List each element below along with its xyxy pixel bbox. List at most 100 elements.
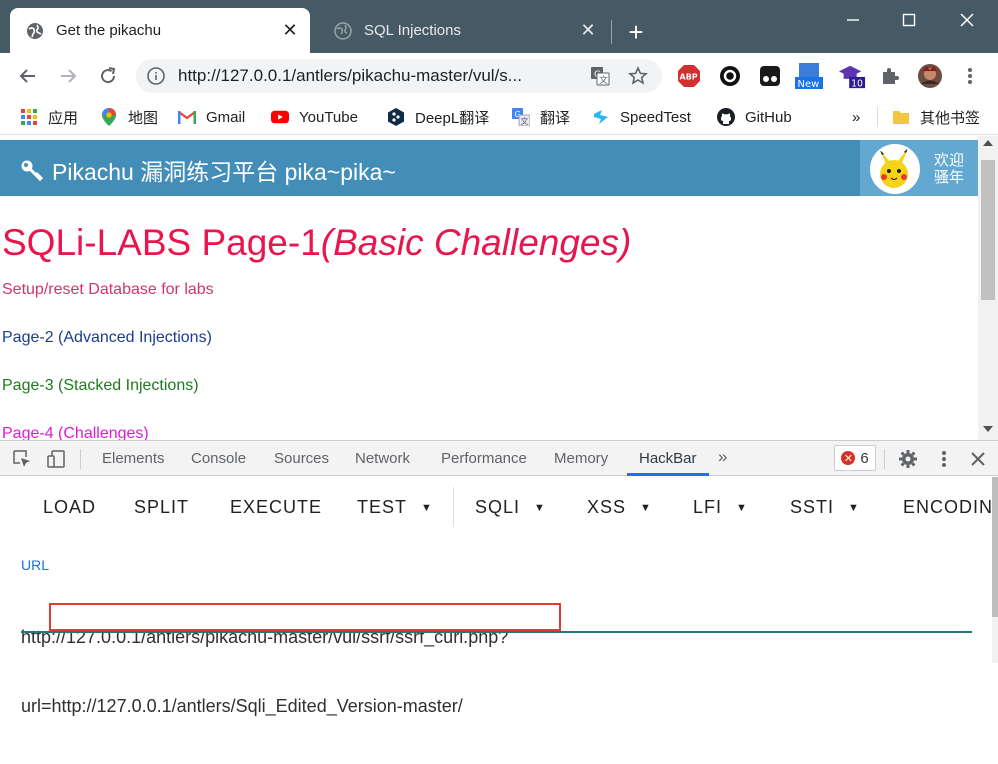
svg-text:10: 10 [851, 78, 863, 89]
translate-page-icon[interactable]: G文 [588, 64, 612, 88]
bookmark-gmail[interactable]: Gmail [178, 107, 245, 127]
youtube-icon [271, 108, 289, 126]
devtools-close-icon[interactable] [966, 447, 990, 471]
bookmark-apps[interactable]: 应用 [20, 107, 78, 127]
tab-sql-injections[interactable]: SQL Injections ✕ [318, 8, 608, 53]
bookmark-label: 翻译 [540, 109, 571, 127]
hackbar-sqli-dropdown[interactable]: SQLI ▼ [475, 497, 546, 518]
reload-icon[interactable] [94, 62, 122, 90]
tab-title: Get the pikachu [56, 22, 162, 39]
minimize-icon[interactable] [830, 6, 876, 34]
devtools-tab-hackbar[interactable]: HackBar [639, 450, 697, 467]
tab-get-the-pikachu[interactable]: Get the pikachu ✕ [10, 8, 310, 53]
window-close-icon[interactable] [944, 6, 990, 34]
scroll-up-arrow-icon[interactable] [983, 140, 993, 146]
svg-text:New: New [798, 79, 820, 90]
hackbar-split-button[interactable]: SPLIT [134, 497, 189, 518]
record-extension-icon[interactable] [716, 62, 744, 90]
info-icon[interactable] [146, 66, 166, 86]
devtools-menu-icon[interactable] [932, 447, 956, 471]
bookmark-label: 应用 [48, 109, 79, 127]
close-icon[interactable]: ✕ [278, 19, 302, 43]
tampermonkey-icon[interactable] [756, 62, 784, 90]
selected-tab-indicator [627, 473, 709, 476]
profile-avatar[interactable] [916, 62, 944, 90]
user-menu[interactable]: 欢迎 骚年 [860, 140, 978, 196]
pikachu-title-text: Pikachu 漏洞练习平台 pika~pika~ [52, 159, 396, 185]
address-url[interactable]: http://127.0.0.1/antlers/pikachu-master/… [178, 66, 574, 86]
bookmark-maps[interactable]: 地图 [100, 107, 158, 127]
bookmark-speedtest[interactable]: SpeedTest [592, 107, 691, 127]
link-setup-reset-database[interactable]: Setup/reset Database for labs [2, 281, 214, 299]
error-icon: ✕ [841, 451, 856, 465]
hackbar-divider [453, 487, 454, 527]
browser-menu-icon[interactable] [956, 62, 984, 90]
bookmark-translate[interactable]: G文 翻译 [512, 107, 570, 127]
new-tab-plus-icon[interactable]: + [622, 17, 650, 47]
new-extension-icon[interactable]: New [794, 62, 824, 90]
hackbar-lfi-dropdown[interactable]: LFI ▼ [693, 497, 748, 518]
bookmarks-overflow-chevron-icon[interactable]: » [852, 107, 860, 127]
bookmark-label: DeepL翻译 [415, 109, 490, 127]
bookmarks-bar: 应用 地图 Gmail YouTube DeepL翻译 G文 翻译 SpeedT… [0, 99, 998, 135]
url-field-underline [21, 631, 972, 633]
devtools-tab-elements[interactable]: Elements [102, 450, 165, 467]
devtools-tab-console[interactable]: Console [191, 450, 246, 467]
pikachu-header: Pikachu 漏洞练习平台 pika~pika~ 欢迎 骚年 [0, 140, 978, 196]
highlight-annotation-box [49, 603, 561, 631]
hackbar-load-button[interactable]: LOAD [43, 497, 96, 518]
caret-down-icon: ▼ [421, 501, 433, 514]
hackbar-ssti-dropdown[interactable]: SSTI ▼ [790, 497, 860, 518]
bookmark-label: GitHub [745, 108, 792, 126]
hackbar-xss-dropdown[interactable]: XSS ▼ [587, 497, 652, 518]
bookmark-label: Gmail [206, 108, 246, 126]
back-arrow-icon[interactable] [14, 62, 42, 90]
link-page-3[interactable]: Page-3 (Stacked Injections) [2, 377, 199, 395]
svg-text:文: 文 [521, 116, 529, 126]
bookmark-star-icon[interactable] [626, 64, 650, 88]
github-icon [717, 108, 735, 126]
hackbar-scrollbar[interactable] [992, 477, 998, 663]
pikachu-title[interactable]: Pikachu 漏洞练习平台 pika~pika~ [20, 153, 396, 187]
scrollbar-thumb[interactable] [992, 477, 998, 617]
devtools-tab-sources[interactable]: Sources [274, 450, 329, 467]
address-bar[interactable]: http://127.0.0.1/antlers/pikachu-master/… [136, 59, 662, 93]
devtools-tab-memory[interactable]: Memory [554, 450, 608, 467]
scroll-down-arrow-icon[interactable] [983, 426, 993, 432]
extensions-puzzle-icon[interactable] [876, 62, 904, 90]
bookmark-youtube[interactable]: YouTube [271, 107, 358, 127]
hackbar-encoding-dropdown[interactable]: ENCODING [903, 497, 998, 518]
error-count-badge[interactable]: ✕ 6 [834, 445, 876, 471]
link-page-2[interactable]: Page-2 (Advanced Injections) [2, 329, 212, 347]
caret-down-icon: ▼ [534, 501, 546, 514]
maximize-icon[interactable] [886, 6, 932, 34]
svg-text:文: 文 [599, 74, 608, 86]
welcome-text: 欢迎 骚年 [934, 152, 965, 186]
apps-grid-icon [20, 108, 38, 126]
svg-text:ABP: ABP [680, 73, 698, 82]
bookmark-label: 地图 [128, 109, 159, 127]
link-page-4[interactable]: Page-4 (Challenges) [2, 425, 149, 440]
tab-title: SQL Injections [364, 22, 461, 39]
devtools-more-tabs-chevron-icon[interactable]: » [718, 447, 727, 467]
close-icon[interactable]: ✕ [576, 19, 600, 43]
settings-gear-icon[interactable] [896, 447, 920, 471]
graduation-cap-icon[interactable]: 10 [838, 62, 866, 90]
devtools-tab-network[interactable]: Network [355, 450, 410, 467]
bookmarks-divider [877, 107, 878, 127]
device-toolbar-icon[interactable] [44, 447, 68, 471]
devtools-tab-performance[interactable]: Performance [441, 450, 527, 467]
other-bookmarks-folder[interactable]: 其他书签 [892, 107, 980, 127]
caret-down-icon: ▼ [848, 501, 860, 514]
browser-toolbar: http://127.0.0.1/antlers/pikachu-master/… [0, 53, 998, 99]
bookmark-deepl[interactable]: DeepL翻译 [387, 107, 489, 127]
adblock-plus-icon[interactable]: ABP [675, 62, 703, 90]
page-scrollbar[interactable] [978, 136, 998, 440]
folder-icon [892, 108, 910, 126]
hackbar-execute-button[interactable]: EXECUTE [230, 497, 322, 518]
bookmark-github[interactable]: GitHub [717, 107, 792, 127]
hackbar-test-dropdown[interactable]: TEST ▼ [357, 497, 433, 518]
scrollbar-thumb[interactable] [981, 160, 995, 300]
forward-arrow-icon[interactable] [54, 62, 82, 90]
inspect-element-icon[interactable] [10, 447, 34, 471]
